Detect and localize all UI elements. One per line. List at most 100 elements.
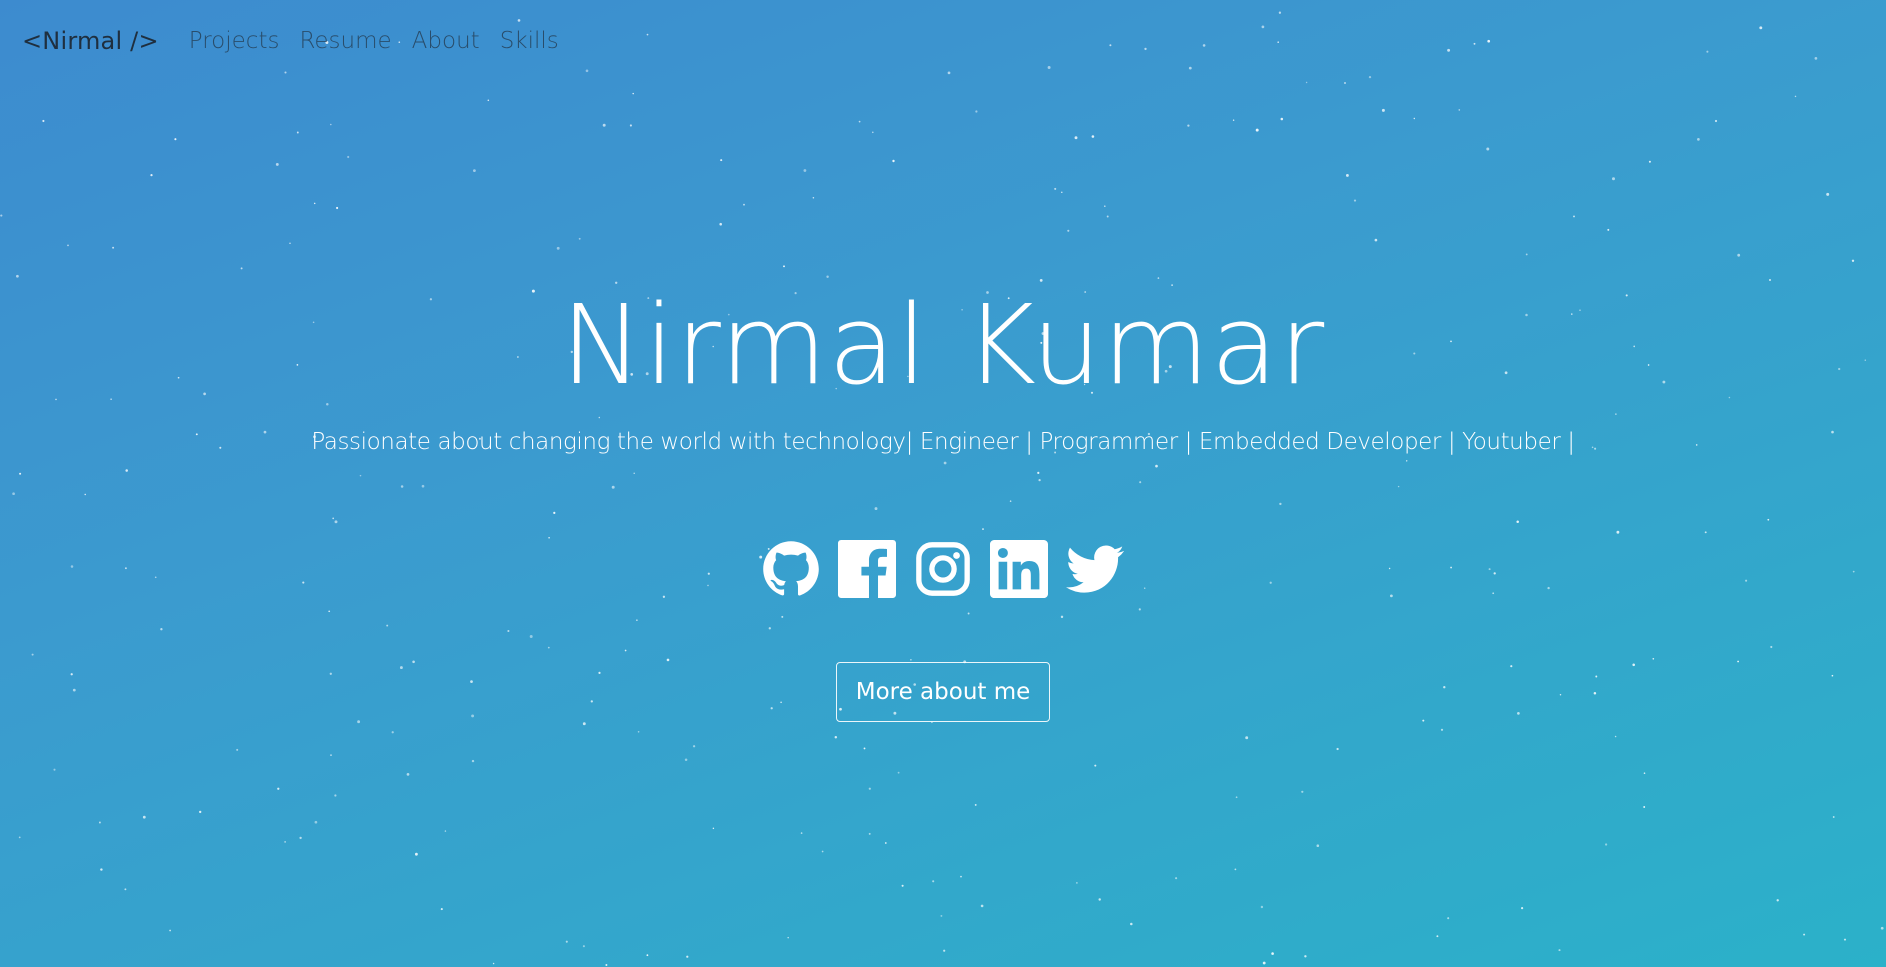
star-dot — [18, 836, 21, 839]
star-dot — [296, 131, 299, 134]
star-dot — [582, 945, 585, 948]
star-dot — [84, 493, 86, 496]
star-dot — [611, 485, 615, 489]
star-dot — [1279, 502, 1282, 506]
star-dot — [347, 155, 350, 159]
star-dot — [884, 842, 887, 844]
star-dot — [199, 810, 202, 814]
star-dot — [1516, 520, 1519, 523]
star-dot — [781, 615, 784, 618]
star-dot — [1612, 177, 1615, 181]
nav-link-projects[interactable]: Projects — [189, 28, 280, 54]
star-dot — [1643, 772, 1646, 774]
star-dot — [1094, 764, 1097, 767]
star-dot — [1615, 413, 1617, 415]
star-dot — [629, 124, 632, 127]
star-dot — [314, 820, 318, 824]
star-dot — [1458, 109, 1461, 111]
star-dot — [800, 832, 803, 834]
nav-link-about[interactable]: About — [412, 28, 480, 54]
star-dot — [142, 815, 146, 819]
facebook-icon — [838, 540, 896, 598]
star-dot — [1521, 907, 1524, 910]
star-dot — [787, 936, 789, 939]
star-dot — [1525, 253, 1528, 256]
star-dot — [1054, 187, 1057, 190]
more-about-me-button[interactable]: More about me — [836, 662, 1050, 722]
star-dot — [1234, 868, 1237, 871]
star-dot — [1155, 464, 1158, 468]
star-dot — [386, 624, 389, 627]
star-dot — [1157, 277, 1160, 279]
star-dot — [67, 244, 69, 247]
star-dot — [892, 159, 895, 163]
star-dot — [1235, 796, 1238, 799]
facebook-link[interactable] — [838, 540, 896, 598]
star-dot — [1714, 119, 1718, 123]
star-dot — [471, 759, 475, 763]
star-dot — [1336, 747, 1339, 751]
star-dot — [1353, 199, 1357, 202]
star-dot — [487, 99, 490, 102]
star-dot — [1851, 259, 1855, 262]
star-dot — [1074, 136, 1078, 140]
star-dot — [943, 949, 946, 952]
star-dot — [1770, 645, 1773, 649]
star-dot — [112, 246, 115, 249]
star-dot — [975, 110, 978, 113]
social-links — [0, 538, 1886, 600]
nav-link-resume[interactable]: Resume — [299, 28, 391, 54]
hero-title: Nirmal Kumar — [560, 281, 1326, 409]
star-dot — [637, 730, 640, 733]
star-dot — [1232, 119, 1235, 121]
star-dot — [1440, 728, 1444, 731]
star-dot — [12, 492, 15, 496]
star-dot — [444, 830, 447, 832]
star-dot — [330, 754, 332, 756]
top-navbar: <Nirmal /> Projects Resume About Skills — [0, 0, 1886, 82]
nav-link-skills[interactable]: Skills — [500, 28, 559, 54]
star-dot — [821, 850, 824, 853]
star-dot — [872, 131, 874, 134]
star-dot — [236, 748, 239, 751]
brand-logo[interactable]: <Nirmal /> — [22, 27, 159, 55]
github-link[interactable] — [762, 540, 820, 598]
star-dot — [1486, 147, 1490, 151]
nav-links: Projects Resume About Skills — [189, 28, 579, 54]
star-dot — [421, 484, 425, 488]
star-dot — [692, 745, 696, 748]
star-dot — [1604, 843, 1608, 846]
star-dot — [1038, 478, 1041, 482]
star-dot — [16, 274, 19, 278]
star-dot — [160, 628, 163, 631]
star-dot — [1697, 138, 1700, 141]
linkedin-link[interactable] — [990, 540, 1048, 598]
star-dot — [100, 868, 103, 871]
star-dot — [1803, 933, 1806, 936]
star-dot — [1880, 926, 1884, 930]
star-dot — [666, 658, 670, 662]
twitter-link[interactable] — [1066, 540, 1124, 598]
star-dot — [42, 119, 45, 123]
star-dot — [359, 474, 362, 477]
star-dot — [124, 888, 127, 891]
star-dot — [1060, 615, 1064, 619]
star-dot — [1255, 128, 1259, 132]
star-dot — [150, 174, 153, 177]
star-dot — [743, 203, 745, 206]
star-dot — [98, 821, 101, 824]
star-dot — [812, 197, 815, 199]
star-dot — [1832, 816, 1835, 818]
star-dot — [901, 884, 904, 887]
star-dot — [1447, 917, 1450, 920]
instagram-link[interactable] — [914, 540, 972, 598]
linkedin-icon — [990, 540, 1048, 598]
star-dot — [313, 202, 316, 205]
star-dot — [686, 955, 689, 958]
star-dot — [391, 731, 394, 734]
star-dot — [1175, 877, 1178, 880]
star-dot — [834, 735, 838, 739]
star-dot — [1104, 205, 1106, 207]
star-dot — [1737, 253, 1741, 257]
star-dot — [1397, 485, 1400, 488]
